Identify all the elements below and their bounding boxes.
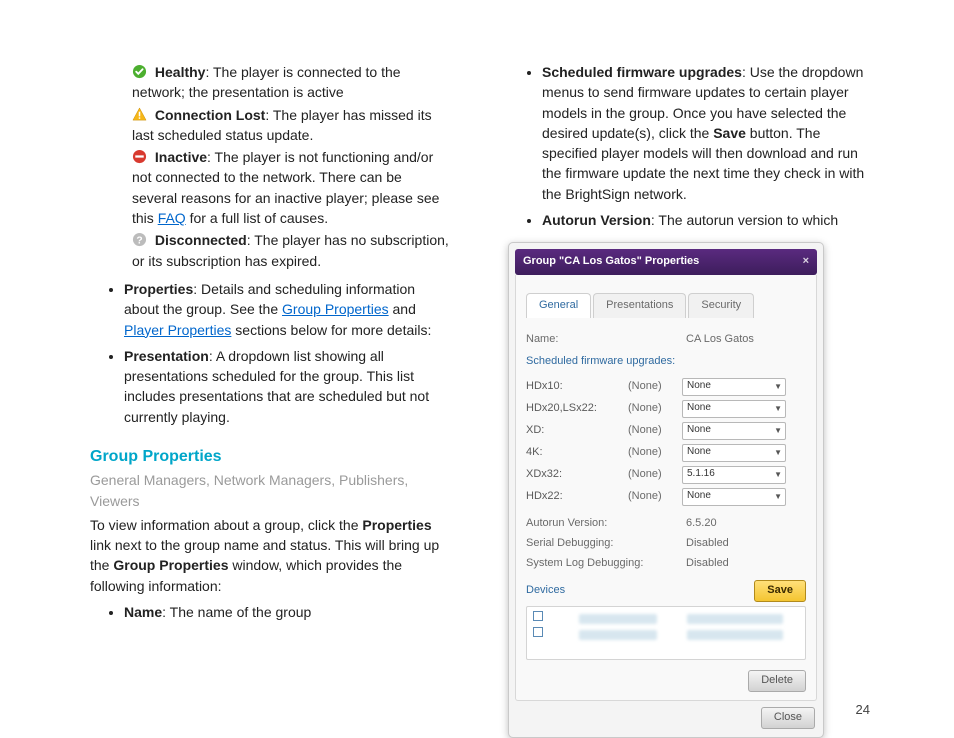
fw-model: XDx32: [526,467,628,483]
fw-row: XDx32: (None) 5.1.16 [526,464,806,486]
fw-model: HDx22: [526,489,628,505]
dlg-syslog-label: System Log Debugging: [526,556,686,572]
tab-presentations[interactable]: Presentations [593,293,686,318]
para-bold-2: Group Properties [113,557,228,573]
fw-row: XD: (None) None [526,420,806,442]
warning-icon [132,107,147,122]
group-properties-link[interactable]: Group Properties [282,301,389,317]
bullet-autorun: Autorun Version: The autorun version to … [542,210,868,230]
dialog-titlebar: Group "CA Los Gatos" Properties × [515,249,817,275]
delete-button[interactable]: Delete [748,670,806,692]
roles-list: General Managers, Network Managers, Publ… [90,470,450,511]
autorun-label: Autorun Version [542,212,651,228]
page-number: 24 [856,701,870,720]
sfu-label: Scheduled firmware upgrades [542,64,742,80]
fw-current: (None) [628,467,682,483]
healthy-icon [132,64,147,79]
dlg-serial-label: Serial Debugging: [526,536,686,552]
fw-dropdown[interactable]: 5.1.16 [682,466,786,484]
status-disconnected: ? Disconnected: The player has no subscr… [132,230,450,271]
group-properties-dialog: Group "CA Los Gatos" Properties × Genera… [508,242,824,737]
healthy-label: Healthy [155,64,206,80]
fw-current: (None) [628,401,682,417]
bullet-scheduled-firmware: Scheduled firmware upgrades: Use the dro… [542,62,868,204]
disconnected-label: Disconnected [155,232,247,248]
fw-model: HDx20,LSx22: [526,401,628,417]
para-a: To view information about a group, click… [90,517,362,533]
name-label: Name [124,604,162,620]
name-text: : The name of the group [162,604,311,620]
fw-dropdown[interactable]: None [682,378,786,396]
bullet-name: Name: The name of the group [124,602,450,622]
dlg-syslog-value: Disabled [686,556,729,572]
tab-security[interactable]: Security [688,293,754,318]
tab-general[interactable]: General [526,293,591,318]
fw-model: XD: [526,423,628,439]
properties-label: Properties [124,281,193,297]
close-button[interactable]: Close [761,707,815,729]
status-inactive: Inactive: The player is not functioning … [132,147,450,228]
group-properties-paragraph: To view information about a group, click… [90,515,450,596]
fw-dropdown[interactable]: None [682,488,786,506]
inactive-icon [132,149,147,164]
fw-row: HDx10: (None) None [526,376,806,398]
status-healthy: Healthy: The player is connected to the … [132,62,450,103]
fw-row: HDx20,LSx22: (None) None [526,398,806,420]
fw-model: 4K: [526,445,628,461]
inactive-label: Inactive [155,149,207,165]
devices-header: Devices [526,583,565,599]
devices-table [526,606,806,660]
fw-current: (None) [628,423,682,439]
fw-current: (None) [628,489,682,505]
bullet-presentation: Presentation: A dropdown list showing al… [124,346,450,427]
dlg-serial-value: Disabled [686,536,729,552]
fw-current: (None) [628,445,682,461]
autorun-text: : The autorun version to which [651,212,838,228]
properties-text-b: and [389,301,416,317]
dlg-autorun-label: Autorun Version: [526,516,686,532]
properties-text-c: sections below for more details: [231,322,431,338]
inactive-text-b: for a full list of causes. [186,210,328,226]
connlost-label: Connection Lost [155,107,265,123]
disconnected-icon: ? [132,232,147,247]
svg-text:?: ? [136,236,142,247]
fw-current: (None) [628,379,682,395]
save-button[interactable]: Save [754,580,806,602]
para-bold-1: Properties [362,517,431,533]
fw-model: HDx10: [526,379,628,395]
section-heading-group-properties: Group Properties [90,445,450,468]
dlg-sfu-header: Scheduled firmware upgrades: [526,354,806,370]
dlg-name-label: Name: [526,332,686,348]
fw-dropdown[interactable]: None [682,444,786,462]
player-properties-link[interactable]: Player Properties [124,322,231,338]
dlg-name-value: CA Los Gatos [686,332,754,348]
fw-dropdown[interactable]: None [682,422,786,440]
close-icon[interactable]: × [803,254,809,270]
dlg-autorun-value: 6.5.20 [686,516,717,532]
status-connection-lost: Connection Lost: The player has missed i… [132,105,450,146]
fw-row: HDx22: (None) None [526,486,806,508]
fw-row: 4K: (None) None [526,442,806,464]
dialog-title-text: Group "CA Los Gatos" Properties [523,254,699,270]
fw-dropdown[interactable]: None [682,400,786,418]
sfu-save-bold: Save [713,125,746,141]
presentation-label: Presentation [124,348,209,364]
faq-link[interactable]: FAQ [158,210,186,226]
bullet-properties: Properties: Details and scheduling infor… [124,279,450,340]
